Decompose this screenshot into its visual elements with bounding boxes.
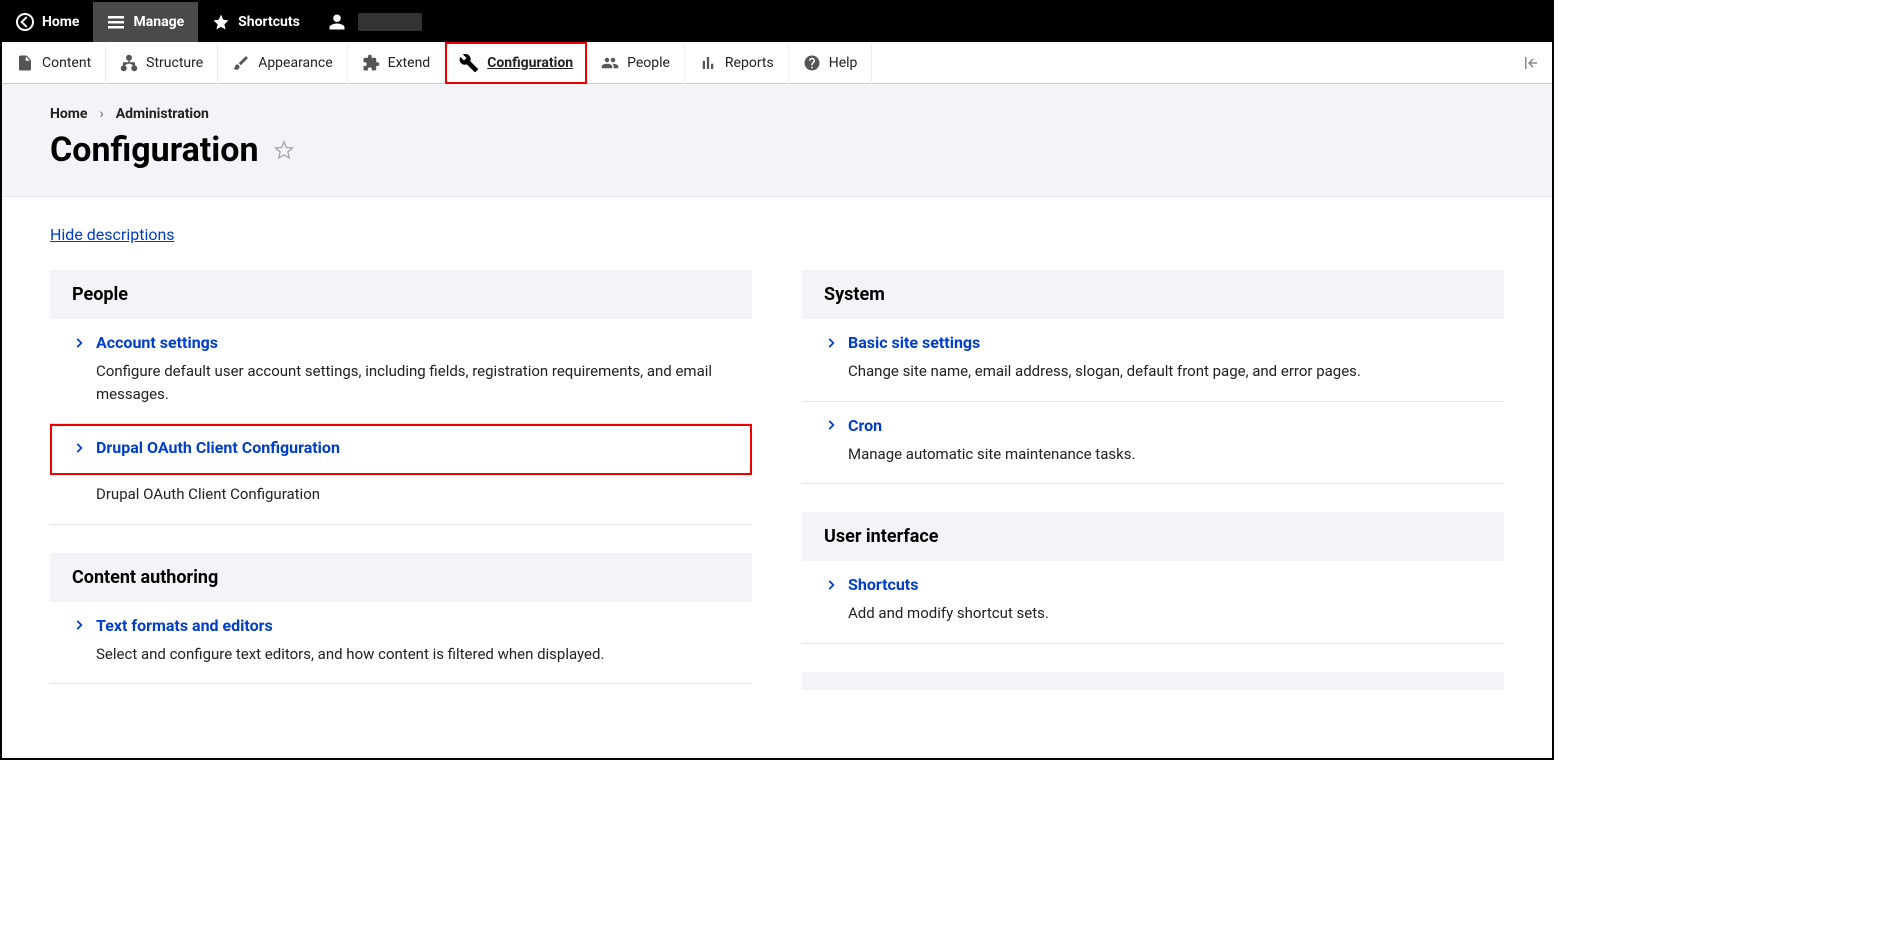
admin-menu: Content Structure Appearance Extend Conf… [2, 42, 1552, 84]
structure-icon [120, 54, 138, 72]
menu-appearance[interactable]: Appearance [218, 42, 347, 84]
panel-system: System Basic site settings Change site n… [802, 270, 1504, 484]
toolbar-home[interactable]: Home [2, 2, 93, 42]
menu-content-label: Content [42, 55, 91, 71]
desc-shortcuts: Add and modify shortcut sets. [824, 602, 1482, 625]
menu-reports-label: Reports [725, 55, 774, 71]
link-text-formats-label: Text formats and editors [96, 616, 273, 635]
panel-next-placeholder [802, 672, 1504, 690]
menu-help[interactable]: Help [789, 42, 873, 84]
breadcrumb: Home › Administration [50, 106, 1504, 122]
menu-people-label: People [627, 55, 670, 71]
appearance-icon [232, 54, 250, 72]
chevron-right-icon [72, 618, 86, 632]
hide-descriptions-link[interactable]: Hide descriptions [50, 225, 175, 244]
content-icon [16, 54, 34, 72]
toolbar-shortcuts[interactable]: Shortcuts [198, 2, 314, 42]
header-area: Home › Administration Configuration [2, 84, 1552, 197]
desc-text-formats: Select and configure text editors, and h… [72, 643, 730, 666]
toolbar-manage-label: Manage [133, 14, 184, 30]
chevron-right-icon [72, 336, 86, 350]
menu-people[interactable]: People [587, 42, 685, 84]
panel-user-interface: User interface Shortcuts Add and modify … [802, 512, 1504, 644]
link-shortcuts-label: Shortcuts [848, 575, 918, 594]
link-account-settings-label: Account settings [96, 333, 218, 352]
desc-basic-site: Change site name, email address, slogan,… [824, 360, 1482, 383]
toolbar-manage[interactable]: Manage [93, 2, 198, 42]
menu-extend-label: Extend [388, 55, 431, 71]
desc-cron: Manage automatic site maintenance tasks. [824, 443, 1482, 466]
menu-icon [107, 13, 125, 31]
link-shortcuts[interactable]: Shortcuts [824, 575, 1482, 594]
panel-people-header: People [50, 270, 752, 319]
toolbar-username [358, 13, 422, 31]
toolbar-home-label: Home [42, 14, 79, 30]
back-icon [16, 13, 34, 31]
page-title: Configuration [50, 130, 1504, 170]
breadcrumb-home[interactable]: Home [50, 106, 87, 122]
reports-icon [699, 54, 717, 72]
menu-collapse[interactable] [1510, 54, 1552, 72]
panel-people: People Account settings Configure defaul… [50, 270, 752, 525]
config-columns: People Account settings Configure defaul… [50, 270, 1504, 712]
item-cron: Cron Manage automatic site maintenance t… [802, 402, 1504, 485]
star-icon [212, 13, 230, 31]
configuration-icon [459, 53, 479, 73]
col-right: System Basic site settings Change site n… [802, 270, 1504, 712]
menu-appearance-label: Appearance [258, 55, 332, 71]
link-oauth-client[interactable]: Drupal OAuth Client Configuration [72, 438, 730, 457]
link-cron-label: Cron [848, 416, 882, 435]
favorite-star-icon[interactable] [273, 139, 295, 161]
item-oauth-client: Drupal OAuth Client Configuration [50, 424, 752, 475]
extend-icon [362, 54, 380, 72]
link-oauth-client-label: Drupal OAuth Client Configuration [96, 438, 340, 457]
link-cron[interactable]: Cron [824, 416, 1482, 435]
item-text-formats: Text formats and editors Select and conf… [50, 602, 752, 685]
chevron-right-icon [72, 441, 86, 455]
menu-content[interactable]: Content [2, 42, 106, 84]
user-icon [328, 13, 346, 31]
link-basic-site-label: Basic site settings [848, 333, 980, 352]
panel-content-authoring-header: Content authoring [50, 553, 752, 602]
desc-oauth-client: Drupal OAuth Client Configuration [72, 483, 730, 506]
item-shortcuts: Shortcuts Add and modify shortcut sets. [802, 561, 1504, 644]
chevron-right-icon [824, 578, 838, 592]
chevron-right-icon [824, 336, 838, 350]
page-title-text: Configuration [50, 130, 259, 170]
menu-configuration-label: Configuration [487, 55, 573, 71]
item-basic-site: Basic site settings Change site name, em… [802, 319, 1504, 402]
desc-account-settings: Configure default user account settings,… [72, 360, 730, 405]
breadcrumb-sep: › [99, 106, 103, 122]
people-icon [601, 54, 619, 72]
desc-oauth-wrap: Drupal OAuth Client Configuration [50, 475, 752, 525]
menu-structure-label: Structure [146, 55, 203, 71]
item-account-settings: Account settings Configure default user … [50, 319, 752, 424]
link-text-formats[interactable]: Text formats and editors [72, 616, 730, 635]
collapse-icon [1522, 54, 1540, 72]
toolbar-user[interactable] [314, 2, 436, 42]
help-icon [803, 54, 821, 72]
toolbar-top: Home Manage Shortcuts [2, 2, 1552, 42]
menu-extend[interactable]: Extend [348, 42, 446, 84]
panel-user-interface-header: User interface [802, 512, 1504, 561]
menu-configuration[interactable]: Configuration [445, 42, 587, 84]
link-basic-site[interactable]: Basic site settings [824, 333, 1482, 352]
body-area: Hide descriptions People Account setting… [2, 197, 1552, 740]
menu-reports[interactable]: Reports [685, 42, 789, 84]
panel-content-authoring: Content authoring Text formats and edito… [50, 553, 752, 685]
breadcrumb-admin[interactable]: Administration [116, 106, 209, 122]
toolbar-shortcuts-label: Shortcuts [238, 14, 300, 30]
col-left: People Account settings Configure defaul… [50, 270, 752, 712]
menu-structure[interactable]: Structure [106, 42, 218, 84]
chevron-right-icon [824, 418, 838, 432]
menu-help-label: Help [829, 55, 858, 71]
panel-system-header: System [802, 270, 1504, 319]
link-account-settings[interactable]: Account settings [72, 333, 730, 352]
